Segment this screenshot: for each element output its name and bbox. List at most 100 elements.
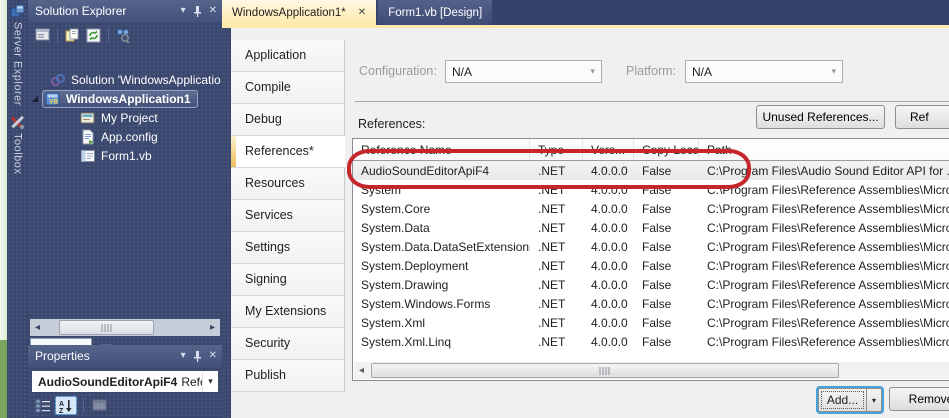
tree-item-my-project[interactable]: My Project [28, 108, 222, 127]
close-tab-icon[interactable]: ✕ [358, 7, 366, 18]
cell-copy-local: False [634, 202, 699, 216]
cell-copy-local: False [634, 278, 699, 292]
pin-icon[interactable] [193, 351, 202, 362]
document-tabstrip: WindowsApplication1* ✕ Form1.vb [Design] [222, 0, 949, 25]
cell-copy-local: False [634, 240, 699, 254]
autohide-tab-server-explorer[interactable]: Server Explorer [12, 22, 24, 106]
references-table-header: Reference Name Type Vers... Copy Local P… [353, 139, 949, 161]
table-row[interactable]: System.Xml.Linq .NET 4.0.0.0 False C:\Pr… [353, 333, 949, 352]
table-row[interactable]: System.Xml .NET 4.0.0.0 False C:\Program… [353, 314, 949, 333]
vb-project-icon: VB [45, 91, 61, 107]
cell-version: 4.0.0.0 [583, 221, 634, 235]
cell-type: .NET [530, 278, 583, 292]
tab-security[interactable]: Security [231, 328, 344, 360]
desktop-edge-strip-bottom [0, 340, 7, 418]
tab-debug[interactable]: Debug [231, 104, 344, 136]
properties-object-selector[interactable]: AudioSoundEditorApiF4 Refe ▾ [32, 371, 218, 392]
table-row[interactable]: System.Deployment .NET 4.0.0.0 False C:\… [353, 256, 949, 275]
tab-publish[interactable]: Publish [231, 360, 344, 392]
remove-button[interactable]: Remove [889, 387, 949, 411]
cell-version: 4.0.0.0 [583, 316, 634, 330]
add-split-button: Add... ▾ [816, 386, 884, 414]
column-header-copy-local[interactable]: Copy Local [634, 139, 699, 160]
window-position-menu-icon[interactable]: ▾ [181, 6, 186, 16]
cell-path: C:\Program Files\Reference Assemblies\Mi… [699, 221, 949, 235]
cell-type: .NET [530, 297, 583, 311]
scrollbar-thumb[interactable] [59, 320, 154, 335]
close-icon[interactable]: ✕ [209, 351, 217, 361]
references-table-hscrollbar[interactable]: ◂ [354, 362, 949, 379]
tree-item-project[interactable]: ◢ VB WindowsApplication1 [28, 89, 222, 108]
tree-item-label: Form1.vb [101, 149, 152, 163]
cell-copy-local: False [634, 221, 699, 235]
doc-tab-form1-design[interactable]: Form1.vb [Design] [378, 0, 492, 25]
desktop-edge-strip [0, 0, 7, 418]
scrollbar-track[interactable] [369, 362, 949, 379]
tab-my-extensions[interactable]: My Extensions [231, 296, 344, 328]
tree-item-form1[interactable]: Form1.vb [28, 146, 222, 165]
cell-reference-name: System.Data [353, 221, 530, 235]
table-row[interactable]: System.Data .NET 4.0.0.0 False C:\Progra… [353, 218, 949, 237]
add-button[interactable]: Add... [818, 388, 867, 412]
column-header-version[interactable]: Vers... [583, 139, 634, 160]
section-separator [355, 101, 949, 102]
scroll-left-arrow-icon[interactable]: ◂ [354, 365, 369, 376]
cell-path: C:\Program Files\Reference Assemblies\Mi… [699, 240, 949, 254]
solution-icon [50, 72, 66, 88]
cell-type: .NET [530, 335, 583, 349]
tab-settings[interactable]: Settings [231, 232, 344, 264]
table-row[interactable]: AudioSoundEditorApiF4 .NET 4.0.0.0 False… [353, 161, 949, 180]
platform-combobox: N/A ▾ [685, 60, 843, 83]
pin-icon[interactable] [193, 6, 202, 17]
properties-window-icon[interactable] [33, 26, 53, 45]
reference-paths-button[interactable]: Ref [895, 105, 949, 129]
solution-explorer-hscrollbar[interactable]: ◂ ▸ [30, 319, 220, 336]
table-row[interactable]: System.Core .NET 4.0.0.0 False C:\Progra… [353, 199, 949, 218]
scrollbar-thumb[interactable] [371, 363, 839, 378]
show-all-files-icon[interactable] [62, 26, 82, 45]
cell-type: .NET [530, 316, 583, 330]
tab-signing[interactable]: Signing [231, 264, 344, 296]
alphabetical-sort-icon[interactable]: AZ [55, 396, 77, 415]
document-area: WindowsApplication1* ✕ Form1.vb [Design]… [222, 0, 949, 418]
window-position-menu-icon[interactable]: ▾ [181, 351, 186, 361]
view-class-diagram-icon[interactable] [113, 26, 133, 45]
chevron-down-icon[interactable]: ▾ [202, 371, 218, 392]
column-header-type[interactable]: Type [530, 139, 583, 160]
add-dropdown-arrow-icon[interactable]: ▾ [867, 388, 882, 412]
table-row[interactable]: System.Drawing .NET 4.0.0.0 False C:\Pro… [353, 276, 949, 295]
unused-references-button[interactable]: Unused References... [756, 105, 885, 129]
svg-text:A: A [59, 401, 64, 408]
properties-titlebar: Properties ▾ ✕ [28, 345, 222, 367]
table-row[interactable]: System.Windows.Forms .NET 4.0.0.0 False … [353, 295, 949, 314]
autohide-tab-toolbox[interactable]: Toolbox [12, 133, 24, 174]
autohide-tab-bar: Server Explorer Toolbox [7, 0, 28, 418]
scroll-left-arrow-icon[interactable]: ◂ [30, 322, 45, 333]
tree-item-solution[interactable]: Solution 'WindowsApplicatio [28, 70, 222, 89]
cell-copy-local: False [634, 335, 699, 349]
tab-application[interactable]: Application [231, 40, 344, 72]
tab-compile[interactable]: Compile [231, 72, 344, 104]
categorized-icon[interactable] [32, 396, 54, 415]
tab-services[interactable]: Services [231, 200, 344, 232]
tab-resources[interactable]: Resources [231, 168, 344, 200]
cell-type: .NET [530, 202, 583, 216]
refresh-icon[interactable] [84, 26, 104, 45]
scrollbar-track[interactable] [45, 319, 205, 336]
column-header-reference-name[interactable]: Reference Name [353, 139, 530, 160]
cell-reference-name: System.Data.DataSetExtensions [353, 240, 530, 254]
scroll-right-arrow-icon[interactable]: ▸ [205, 322, 220, 333]
expander-icon[interactable]: ◢ [30, 94, 40, 103]
table-row[interactable]: System.Data.DataSetExtensions .NET 4.0.0… [353, 237, 949, 256]
tree-item-label: Solution 'WindowsApplicatio [71, 73, 221, 87]
tree-item-app-config[interactable]: App.config [28, 127, 222, 146]
table-row[interactable]: System .NET 4.0.0.0 False C:\Program Fil… [353, 180, 949, 199]
cell-type: .NET [530, 221, 583, 235]
tab-references[interactable]: References* [231, 136, 345, 168]
close-icon[interactable]: ✕ [209, 6, 217, 16]
cell-type: .NET [530, 240, 583, 254]
column-header-path[interactable]: Path [699, 139, 949, 160]
references-label: References: [358, 117, 425, 131]
doc-tab-windowsapplication1[interactable]: WindowsApplication1* ✕ [222, 0, 376, 25]
cell-version: 4.0.0.0 [583, 297, 634, 311]
